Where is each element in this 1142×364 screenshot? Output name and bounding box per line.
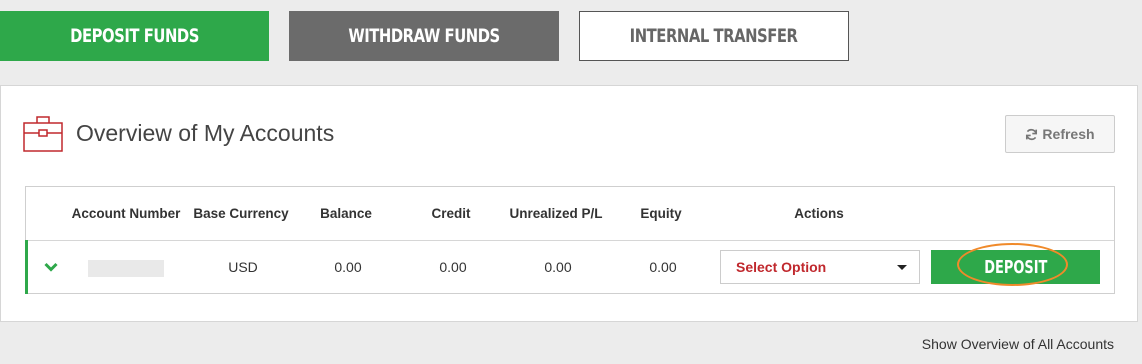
refresh-icon: [1026, 128, 1038, 140]
row-credit: 0.00: [439, 259, 467, 275]
col-base-currency: Base Currency: [193, 206, 289, 221]
col-balance: Balance: [320, 206, 372, 221]
refresh-button[interactable]: Refresh: [1005, 115, 1115, 153]
col-unrealized-pl: Unrealized P/L: [509, 206, 603, 221]
row-equity: 0.00: [649, 259, 677, 275]
accounts-overview-panel: Overview of My Accounts Refresh Account …: [0, 85, 1138, 322]
chevron-down-icon[interactable]: [44, 262, 58, 272]
briefcase-icon: [23, 116, 63, 152]
caret-down-icon: [897, 265, 907, 270]
action-select[interactable]: Select Option: [720, 250, 920, 284]
table-row: USD 0.00 0.00 0.00 0.00 Select Option DE…: [25, 240, 1114, 294]
show-all-accounts-link[interactable]: Show Overview of All Accounts: [922, 336, 1114, 352]
accounts-table: Account Number Base Currency Balance Cre…: [25, 186, 1115, 294]
deposit-button[interactable]: DEPOSIT: [931, 250, 1100, 284]
col-account-number: Account Number: [71, 206, 181, 221]
table-header: Account Number Base Currency Balance Cre…: [26, 187, 1114, 241]
page-title: Overview of My Accounts: [76, 120, 335, 146]
col-equity: Equity: [640, 206, 682, 221]
col-credit: Credit: [431, 206, 471, 221]
row-unrealized-pl: 0.00: [544, 259, 572, 275]
row-currency: USD: [228, 259, 258, 275]
tab-withdraw-funds[interactable]: WITHDRAW FUNDS: [289, 11, 559, 61]
tab-deposit-funds[interactable]: DEPOSIT FUNDS: [0, 11, 269, 61]
refresh-label: Refresh: [1042, 126, 1095, 142]
account-number-redacted: [88, 260, 164, 277]
tab-internal-transfer[interactable]: INTERNAL TRANSFER: [579, 11, 849, 61]
row-balance: 0.00: [334, 259, 362, 275]
col-actions: Actions: [794, 206, 844, 221]
select-value: Select Option: [736, 259, 827, 275]
